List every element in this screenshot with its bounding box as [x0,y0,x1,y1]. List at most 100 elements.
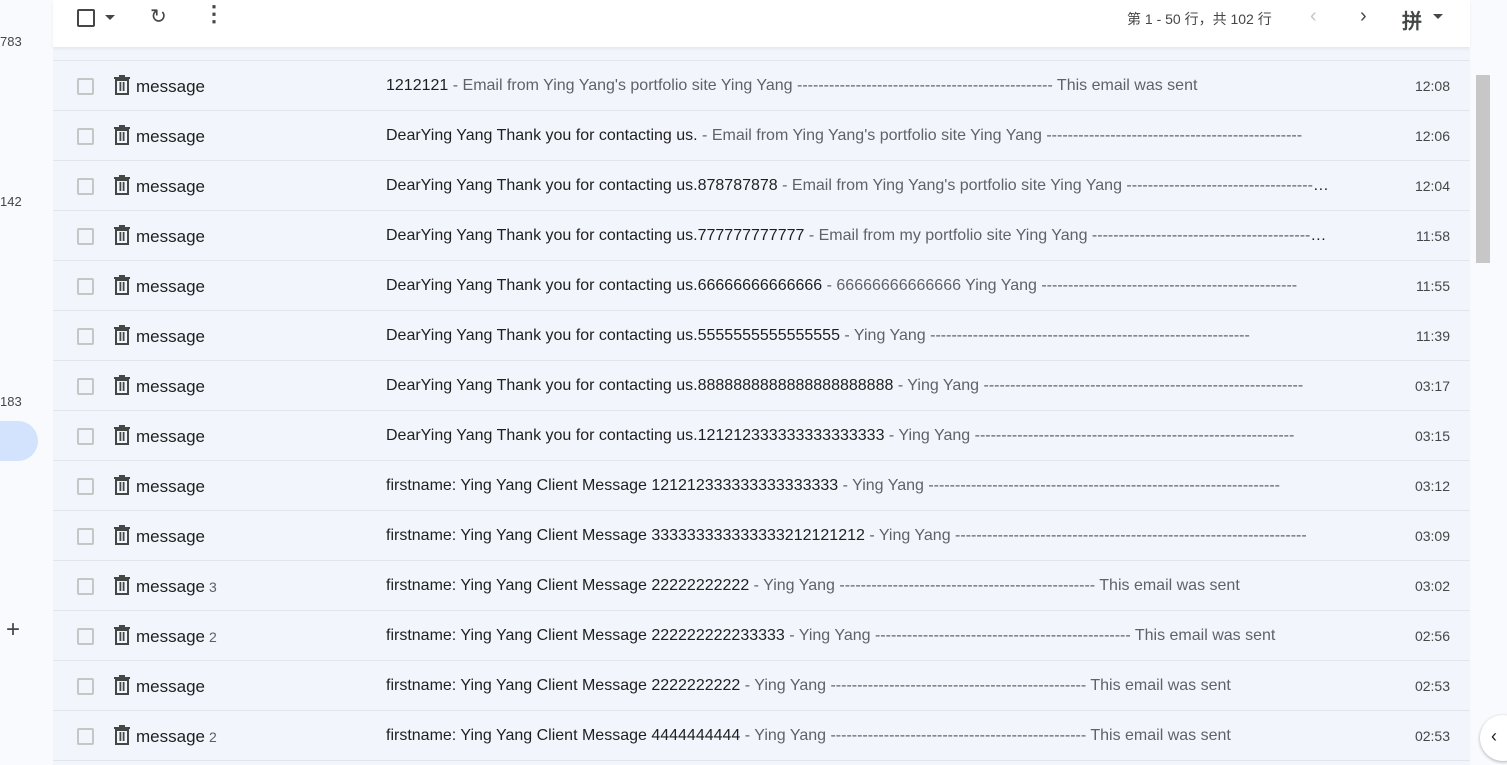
trash-icon[interactable] [113,725,131,745]
email-row[interactable]: message 3 firstname: Ying Yang Client Mes… [53,561,1470,611]
thread-count: 2 [208,629,217,645]
email-snippet: - Ying Yang ----------------------------… [884,427,1295,444]
select-all-checkbox[interactable] [77,9,95,27]
email-row[interactable]: message DearYing Yang Thank you for cont… [53,361,1470,411]
email-snippet: - Ying Yang ----------------------------… [740,677,1231,694]
email-time: 11:39 [1416,328,1450,344]
row-checkbox[interactable] [77,328,94,345]
email-row[interactable]: message DearYing Yang Thank you for cont… [53,411,1470,461]
trash-icon[interactable] [113,475,131,495]
trash-icon[interactable] [113,675,131,695]
sender: message 3 [136,577,217,597]
email-snippet: - Email from Ying Yang's portfolio site … [777,177,1331,194]
trash-icon[interactable] [113,225,131,245]
email-time: 11:55 [1416,278,1450,294]
sender-name: message [136,577,205,596]
row-checkbox[interactable] [77,628,94,645]
email-subject: firstname: Ying Yang Client Message 1212… [386,477,839,494]
email-row[interactable]: message firstname: Ying Yang Client Mess… [53,461,1470,511]
row-checkbox[interactable] [77,228,94,245]
email-content: firstname: Ying Yang Client Message 2222… [386,577,1331,595]
row-checkbox[interactable] [77,128,94,145]
chevron-left-icon: ‹ [1491,726,1497,746]
row-checkbox[interactable] [77,478,94,495]
sender: message [136,77,209,97]
row-checkbox[interactable] [77,278,94,295]
email-subject: DearYing Yang Thank you for contacting u… [386,127,698,144]
email-content: firstname: Ying Yang Client Message 4444… [386,727,1331,745]
email-subject: firstname: Ying Yang Client Message 2222… [386,577,750,594]
row-checkbox[interactable] [77,728,94,745]
email-row[interactable]: message DearYing Yang Thank you for cont… [53,211,1470,261]
email-time: 03:12 [1414,478,1450,494]
email-snippet: - Ying Yang ----------------------------… [893,377,1304,394]
email-row[interactable]: message DearYing Yang Thank you for cont… [53,161,1470,211]
sidebar-count: 183 [0,394,22,409]
sender: message [136,127,209,147]
email-snippet: - 66666666666666 Ying Yang -------------… [822,277,1298,294]
email-row[interactable]: message 1212121 - Email from Ying Yang's… [53,61,1470,111]
scrollbar-thumb[interactable] [1476,75,1490,263]
trash-icon[interactable] [113,425,131,445]
email-row[interactable]: message DearYing Yang Thank you for cont… [53,261,1470,311]
trash-icon[interactable] [113,375,131,395]
trash-icon[interactable] [113,525,131,545]
row-checkbox[interactable] [77,428,94,445]
email-time: 12:04 [1414,178,1450,194]
more-options-icon[interactable]: ⋮ [203,3,225,25]
sender-name: message [136,627,205,646]
email-row[interactable]: message firstname: Ying Yang Client Mess… [53,511,1470,561]
sidebar-selected-item[interactable] [0,421,38,461]
email-row[interactable]: message DearYing Yang Thank you for cont… [53,311,1470,361]
email-snippet: - Ying Yang ----------------------------… [740,727,1231,744]
row-checkbox[interactable] [77,678,94,695]
chevron-left-icon[interactable]: ‹ [1310,5,1317,28]
trash-icon[interactable] [113,275,131,295]
row-checkbox[interactable] [77,528,94,545]
chevron-right-icon[interactable]: › [1360,5,1367,28]
sidebar: 783 142 183 + [0,0,53,765]
sender: message [136,177,209,197]
sender-name: message [136,227,205,246]
sender-name: message [136,677,205,696]
sender: message [136,277,209,297]
email-time: 03:15 [1414,428,1450,444]
row-checkbox[interactable] [77,578,94,595]
select-dropdown-icon[interactable] [105,15,115,20]
trash-icon[interactable] [113,125,131,145]
email-time: 02:53 [1414,728,1450,744]
email-row[interactable]: message firstname: Ying Yang Client Mess… [53,661,1470,711]
sender-name: message [136,277,205,296]
trash-icon[interactable] [113,625,131,645]
sender: message [136,527,209,547]
row-checkbox[interactable] [77,178,94,195]
email-row[interactable]: message DearYing Yang Thank you for cont… [53,111,1470,161]
pagination-label: 第 1 - 50 行，共 102 行 [1127,11,1272,27]
email-content: firstname: Ying Yang Client Message 1212… [386,477,1331,495]
email-content: DearYing Yang Thank you for contacting u… [386,327,1331,345]
trash-icon[interactable] [113,575,131,595]
email-subject: firstname: Ying Yang Client Message 2222… [386,627,785,644]
sender: message [136,427,209,447]
collapse-panel-button[interactable]: ‹ [1480,715,1507,761]
trash-icon[interactable] [113,325,131,345]
email-snippet: - Ying Yang ----------------------------… [839,327,1250,344]
email-content: firstname: Ying Yang Client Message 2222… [386,677,1331,695]
email-content: DearYing Yang Thank you for contacting u… [386,227,1331,245]
email-content: firstname: Ying Yang Client Message 3333… [386,527,1331,545]
email-subject: DearYing Yang Thank you for contacting u… [386,377,894,394]
email-snippet: - Ying Yang ----------------------------… [784,627,1276,644]
row-checkbox[interactable] [77,78,94,95]
chevron-down-icon[interactable] [1433,14,1443,19]
email-row[interactable]: message 2 firstname: Ying Yang Client Mes… [53,711,1470,761]
row-checkbox[interactable] [77,378,94,395]
plus-icon[interactable]: + [6,618,20,642]
refresh-icon[interactable]: ↻ [150,4,167,29]
email-subject: DearYing Yang Thank you for contacting u… [386,177,778,194]
email-row[interactable]: message 2 firstname: Ying Yang Client Mes… [53,611,1470,661]
input-method-button[interactable]: 拼 [1402,5,1422,34]
thread-count: 3 [208,579,217,595]
trash-icon[interactable] [113,75,131,95]
trash-icon[interactable] [113,175,131,195]
toolbar: ↻ ⋮ 第 1 - 50 行，共 102 行 ‹ › 拼 [53,0,1470,47]
